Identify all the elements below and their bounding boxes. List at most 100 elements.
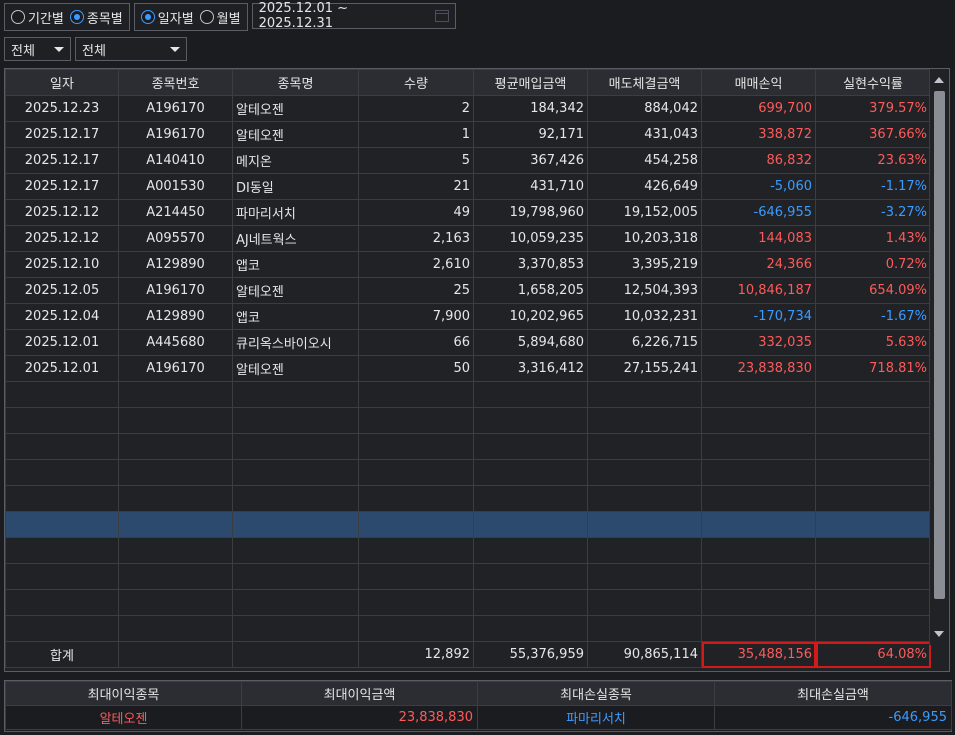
empty-cell [118, 563, 233, 590]
empty-row[interactable] [5, 563, 931, 590]
cell-return: 654.09% [815, 277, 931, 304]
cell-name: 파마리서치 [232, 199, 359, 226]
empty-cell [5, 485, 119, 512]
cell-code: A140410 [118, 147, 233, 174]
radio-period[interactable]: 기간별 [11, 8, 64, 27]
empty-cell [473, 563, 588, 590]
cell-pnl: -170,734 [701, 303, 816, 330]
empty-cell [473, 485, 588, 512]
empty-cell [815, 511, 931, 538]
empty-cell [701, 615, 816, 642]
cell-sell-amount: 27,155,241 [587, 355, 702, 382]
empty-row[interactable] [5, 511, 931, 538]
cell-return: -1.17% [815, 173, 931, 200]
col-header-date[interactable]: 일자 [5, 69, 119, 96]
empty-row[interactable] [5, 537, 931, 564]
col-header-sell-amount[interactable]: 매도체결금액 [587, 69, 702, 96]
calendar-icon[interactable] [434, 10, 449, 22]
empty-cell [118, 615, 233, 642]
date-type-group: 일자별 월별 [133, 3, 248, 31]
empty-row[interactable] [5, 407, 931, 434]
col-header-return[interactable]: 실현수익률 [815, 69, 931, 96]
empty-cell [587, 615, 702, 642]
table-row[interactable]: 2025.12.17 A196170 알테오젠 1 92,171 431,043 338,8… [5, 121, 931, 148]
scroll-up-icon[interactable] [934, 77, 944, 83]
empty-cell [358, 433, 474, 460]
table-row[interactable]: 2025.12.01 A196170 알테오젠 50 3,316,412 27,155,2… [5, 355, 931, 382]
table-row[interactable]: 2025.12.05 A196170 알테오젠 25 1,658,205 12,504,3… [5, 277, 931, 304]
empty-cell [118, 511, 233, 538]
total-empty [232, 641, 359, 668]
empty-row[interactable] [5, 433, 931, 460]
table-row[interactable]: 2025.12.17 A140410 메지온 5 367,426 454,258 86,83… [5, 147, 931, 174]
cell-code: A196170 [118, 121, 233, 148]
cell-date: 2025.12.17 [5, 147, 119, 174]
empty-cell [232, 485, 359, 512]
cell-code: A214450 [118, 199, 233, 226]
empty-cell [701, 563, 816, 590]
cell-name: 알테오젠 [232, 121, 359, 148]
header-row: 일자 종목번호 종목명 수량 평균매입금액 매도체결금액 매매손익 실현수익률 [5, 69, 931, 96]
col-header-avg-buy[interactable]: 평균매입금액 [473, 69, 588, 96]
cell-qty: 21 [358, 173, 474, 200]
cell-code: A095570 [118, 225, 233, 252]
empty-cell [701, 589, 816, 616]
col-header-qty[interactable]: 수량 [358, 69, 474, 96]
empty-row[interactable] [5, 381, 931, 408]
empty-cell [232, 563, 359, 590]
trade-table: 일자 종목번호 종목명 수량 평균매입금액 매도체결금액 매매손익 실현수익률 … [5, 69, 931, 668]
radio-by-day[interactable]: 일자별 [140, 8, 194, 27]
empty-cell [815, 433, 931, 460]
empty-cell [587, 485, 702, 512]
empty-cell [587, 407, 702, 434]
empty-cell [701, 537, 816, 564]
empty-cell [5, 537, 119, 564]
radio-by-stock[interactable]: 종목별 [69, 8, 123, 27]
table-row[interactable]: 2025.12.01 A445680 큐리옥스바이오시 66 5,894,680 6,22… [5, 329, 931, 356]
empty-cell [5, 407, 119, 434]
radio-by-month[interactable]: 월별 [199, 8, 241, 27]
empty-cell [587, 537, 702, 564]
empty-cell [232, 589, 359, 616]
table-row[interactable]: 2025.12.23 A196170 알테오젠 2 184,342 884,042 699,… [5, 95, 931, 122]
cell-sell-amount: 10,203,318 [587, 225, 702, 252]
table-row[interactable]: 2025.12.12 A095570 AJ네트웍스 2,163 10,059,235 10… [5, 225, 931, 252]
cell-avg-buy: 3,370,853 [473, 251, 588, 278]
empty-cell [5, 459, 119, 486]
account-type-select[interactable]: 전체 [4, 37, 71, 61]
scroll-thumb[interactable] [934, 91, 945, 599]
cell-code: A196170 [118, 95, 233, 122]
cell-sell-amount: 19,152,005 [587, 199, 702, 226]
table-row[interactable]: 2025.12.12 A214450 파마리서치 49 19,798,960 19,152… [5, 199, 931, 226]
date-range-field[interactable]: 2025.12.01 ~ 2025.12.31 [251, 1, 456, 31]
market-select[interactable]: 전체 [75, 37, 187, 61]
table-row[interactable]: 2025.12.10 A129890 앱코 2,610 3,370,853 3,395,2… [5, 251, 931, 278]
vertical-scrollbar[interactable] [929, 69, 949, 645]
summary-header-max-profit-stock: 최대이익종목 [5, 681, 242, 706]
radio-label: 월별 [216, 11, 241, 27]
empty-cell [815, 459, 931, 486]
empty-cell [5, 433, 119, 460]
cell-code: A001530 [118, 173, 233, 200]
scroll-down-icon[interactable] [934, 631, 944, 637]
cell-pnl: 86,832 [701, 147, 816, 174]
empty-row[interactable] [5, 589, 931, 616]
summary-value-row: 알테오젠 23,838,830 파마리서치 -646,955 [5, 705, 952, 730]
empty-row[interactable] [5, 485, 931, 512]
empty-cell [232, 407, 359, 434]
total-row: 합계 12,892 55,376,959 90,865,114 35,488,156 64… [5, 641, 931, 668]
radio-label: 종목별 [86, 11, 123, 27]
empty-row[interactable] [5, 615, 931, 642]
total-pnl: 35,488,156 [701, 641, 816, 668]
radio-circle-icon [199, 10, 214, 24]
table-row[interactable]: 2025.12.04 A129890 앱코 7,900 10,202,965 10,032… [5, 303, 931, 330]
col-header-name[interactable]: 종목명 [232, 69, 359, 96]
col-header-code[interactable]: 종목번호 [118, 69, 233, 96]
cell-qty: 50 [358, 355, 474, 382]
radio-label: 일자별 [157, 11, 194, 27]
table-row[interactable]: 2025.12.17 A001530 DI동일 21 431,710 426,649 -5,… [5, 173, 931, 200]
cell-qty: 7,900 [358, 303, 474, 330]
date-range-text: 2025.12.01 ~ 2025.12.31 [258, 1, 349, 31]
empty-row[interactable] [5, 459, 931, 486]
col-header-pnl[interactable]: 매매손익 [701, 69, 816, 96]
